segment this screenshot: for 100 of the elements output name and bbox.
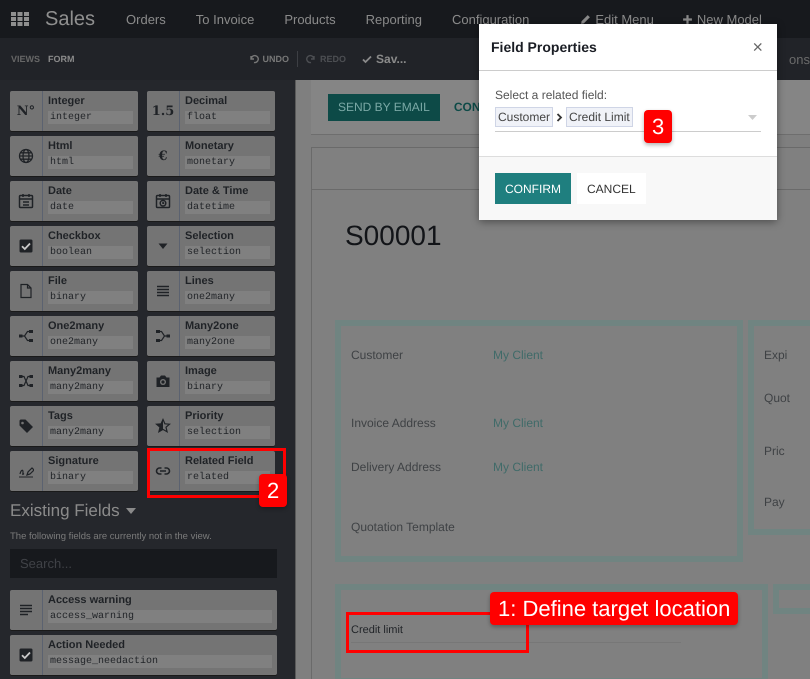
- undo-button[interactable]: UNDO: [240, 54, 298, 64]
- field-label: Priority: [185, 409, 225, 424]
- caret-icon[interactable]: [126, 508, 136, 514]
- field-type-card[interactable]: Action Needed message_needaction: [10, 635, 277, 675]
- field-type-card[interactable]: Many2one many2one: [147, 316, 275, 356]
- field-label: Invoice Address: [351, 416, 436, 430]
- field-label: Delivery Address: [351, 460, 442, 474]
- cancel-button[interactable]: CANCEL: [577, 173, 646, 204]
- section-title: Existing Fields: [10, 501, 120, 521]
- cross-links-icon: [18, 373, 34, 389]
- field-label: Access warning: [48, 593, 133, 608]
- list-icon: [155, 283, 171, 299]
- technical-name: datetime: [185, 201, 270, 214]
- field-label: Quot: [764, 391, 790, 405]
- field-label: Image: [185, 364, 218, 379]
- path-tag[interactable]: Credit Limit: [566, 107, 633, 127]
- field-label: Many2one: [185, 319, 240, 334]
- branch-icon: [18, 328, 34, 344]
- decimal-icon: 1.5: [152, 104, 174, 118]
- technical-name: one2many: [48, 336, 133, 349]
- technical-name: many2many: [48, 381, 133, 394]
- technical-name: message_needaction: [48, 655, 272, 668]
- field-label: Monetary: [185, 139, 235, 154]
- field-label: Many2many: [48, 364, 112, 379]
- field-label: Selection: [185, 229, 235, 244]
- field-type-card[interactable]: Many2many many2many: [10, 361, 138, 401]
- apps-menu-icon[interactable]: [11, 12, 29, 26]
- field-type-card[interactable]: Checkbox boolean: [10, 226, 138, 266]
- path-tag[interactable]: Customer: [495, 107, 554, 127]
- field-label: Tags: [48, 409, 74, 424]
- technical-name: one2many: [185, 291, 270, 304]
- field-label: Pay: [764, 495, 785, 509]
- field-type-card[interactable]: Tags many2many: [10, 406, 138, 446]
- field-label: One2many: [48, 319, 106, 334]
- field-label: Credit limit: [351, 624, 403, 636]
- field-type-card[interactable]: One2many one2many: [10, 316, 138, 356]
- technical-name: selection: [185, 426, 270, 439]
- undo-icon: [248, 54, 259, 64]
- field-type-card[interactable]: Priority selection: [147, 406, 275, 446]
- nav-menu-item[interactable]: Orders: [111, 12, 181, 26]
- checkbox-icon: [18, 647, 34, 663]
- field-label: Html: [48, 139, 74, 154]
- field-label: Related Field: [185, 454, 254, 469]
- toolbar-text: ons: [789, 52, 810, 66]
- form-button[interactable]: CON: [440, 94, 490, 120]
- field-type-card[interactable]: N° Integer integer: [10, 91, 138, 131]
- field-label: Pric: [764, 444, 785, 458]
- annotation-badge: 2: [259, 474, 288, 507]
- save-button[interactable]: Sav...: [354, 52, 414, 66]
- field-label: Quotation Template: [351, 520, 455, 534]
- technical-name: binary: [48, 291, 133, 304]
- checkbox-icon: [18, 238, 34, 254]
- technical-name: binary: [48, 471, 133, 484]
- technical-name: float: [185, 111, 270, 124]
- app-title: Sales: [45, 8, 96, 30]
- form-button[interactable]: SEND BY EMAIL: [328, 94, 440, 120]
- field-label: Date & Time: [185, 184, 250, 199]
- globe-icon: [18, 148, 34, 164]
- technical-name: many2one: [185, 336, 270, 349]
- redo-icon: [306, 54, 316, 64]
- field-type-card[interactable]: Date date: [10, 181, 138, 221]
- nav-menu-item[interactable]: Configuration: [437, 12, 544, 26]
- technical-name: access_warning: [48, 610, 272, 623]
- field-label: Signature: [48, 454, 100, 469]
- field-label: Integer: [48, 94, 86, 109]
- section-note: The following fields are currently not in the view.: [10, 531, 213, 542]
- annotation-badge: 3: [644, 110, 672, 143]
- field-type-card[interactable]: Html html: [10, 136, 138, 176]
- field-prompt: Select a related field:: [495, 88, 608, 102]
- technical-name: date: [48, 201, 133, 214]
- nav-menu-item[interactable]: Reporting: [350, 12, 437, 26]
- views-tab[interactable]: VIEWS: [11, 54, 40, 64]
- technical-name: many2many: [48, 426, 133, 439]
- field-label: Date: [48, 184, 73, 199]
- camera-icon: [155, 373, 171, 389]
- technical-name: html: [48, 156, 133, 169]
- nav-menu-item[interactable]: Products: [269, 12, 351, 26]
- confirm-button[interactable]: CONFIRM: [495, 173, 571, 204]
- list-icon: [18, 602, 34, 618]
- technical-name: binary: [185, 381, 270, 394]
- field-type-card[interactable]: Signature binary: [10, 451, 138, 491]
- field-type-card[interactable]: € Monetary monetary: [147, 136, 275, 176]
- technical-name: monetary: [185, 156, 270, 169]
- nav-action[interactable]: New Model: [682, 12, 762, 26]
- field-label: Decimal: [185, 94, 228, 109]
- field-type-card[interactable]: Date & Time datetime: [147, 181, 275, 221]
- field-label: Checkbox: [48, 229, 102, 244]
- field-label: Expi: [764, 348, 788, 362]
- field-type-card[interactable]: Image binary: [147, 361, 275, 401]
- field-type-card[interactable]: File binary: [10, 271, 138, 311]
- field-type-card[interactable]: Lines one2many: [147, 271, 275, 311]
- chevron-right-icon: [556, 112, 564, 122]
- nav-action[interactable]: Edit Menu: [580, 12, 654, 26]
- field-type-card[interactable]: Selection selection: [147, 226, 275, 266]
- field-type-card[interactable]: Access warning access_warning: [10, 590, 277, 630]
- field-label: Lines: [185, 274, 215, 289]
- form-tab[interactable]: FORM: [48, 54, 75, 64]
- close-button[interactable]: ×: [750, 36, 765, 58]
- annotation-label: 1: Define target location: [490, 592, 738, 625]
- nav-menu-item[interactable]: To Invoice: [180, 12, 270, 26]
